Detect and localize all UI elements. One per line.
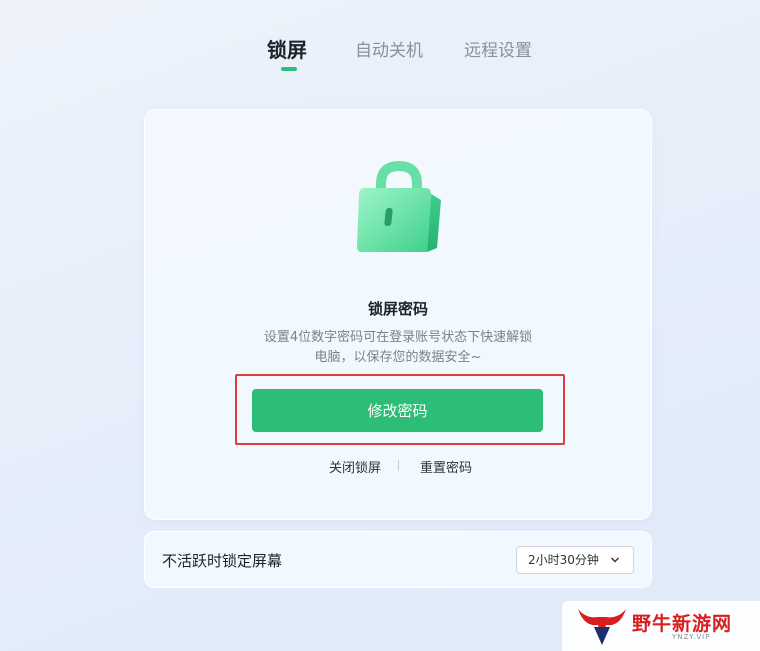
chevron-down-icon [611,557,619,563]
active-tab-indicator [281,67,297,71]
close-lock-screen-link[interactable]: 关闭锁屏 [329,457,381,476]
tab-remote-settings[interactable]: 远程设置 [464,36,532,61]
tab-lock-screen[interactable]: 锁屏 [267,34,307,63]
watermark-subtext: YNZY.VIP [672,633,711,641]
inactivity-lock-label: 不活跃时锁定屏幕 [162,552,283,570]
lock-timeout-value: 2小时30分钟 [528,553,599,567]
tab-auto-shutdown[interactable]: 自动关机 [355,36,423,61]
bull-logo [578,609,626,645]
card-description: 设置4位数字密码可在登录账号状态下快速解锁电脑，以保存您的数据安全~ [263,330,533,365]
link-divider [398,460,399,471]
tab-bar: 锁屏 自动关机 远程设置 [0,36,760,76]
card-title: 锁屏密码 [367,300,428,318]
watermark-text: 野牛新游网 [632,613,733,635]
reset-password-link[interactable]: 重置密码 [420,457,472,476]
padlock-icon [357,160,441,252]
change-password-button[interactable]: 修改密码 [252,389,543,432]
lock-timeout-select[interactable]: 2小时30分钟 [516,546,634,574]
